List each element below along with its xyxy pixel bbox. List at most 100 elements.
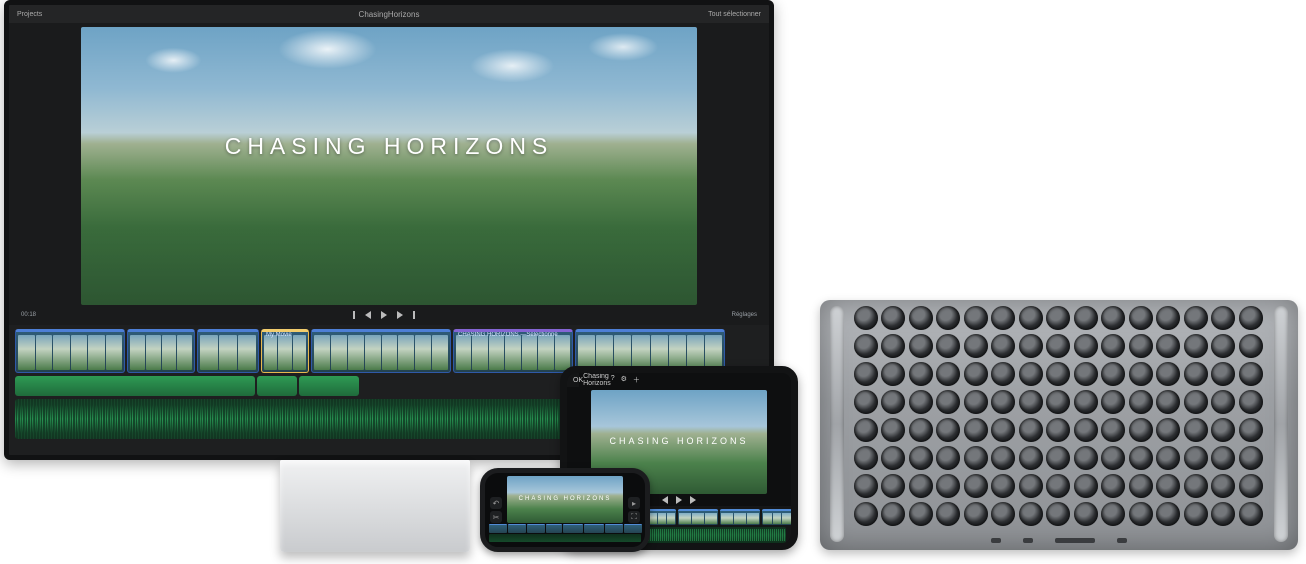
iphone-clip[interactable] <box>624 524 642 533</box>
grille-hole <box>1046 418 1070 442</box>
iphone-clip[interactable] <box>546 524 562 533</box>
grille-hole <box>1129 362 1153 386</box>
clip-label: CHASING HORIZONS —Sélectionné <box>458 332 558 338</box>
grille-hole <box>881 474 905 498</box>
iphone-clip[interactable] <box>584 524 604 533</box>
power-button[interactable] <box>1055 538 1095 543</box>
ipad-clip[interactable] <box>720 509 760 525</box>
grille-hole <box>1156 502 1180 526</box>
video-clip[interactable]: CHASING HORIZONS —Sélectionné <box>453 329 573 373</box>
back-projects-button[interactable]: Projects <box>17 11 42 18</box>
timecode: 00:18 <box>21 312 36 318</box>
grille-hole <box>1074 502 1098 526</box>
iphone-preview[interactable]: CHASING HORIZONS <box>507 476 623 523</box>
grille-hole <box>1074 362 1098 386</box>
grille-hole <box>909 362 933 386</box>
iphone-video-track[interactable] <box>489 524 641 533</box>
grille-hole <box>1239 362 1263 386</box>
grille-hole <box>1019 502 1043 526</box>
grille-hole <box>1184 362 1208 386</box>
settings-label[interactable]: Réglages <box>732 312 757 318</box>
grille-hole <box>1184 334 1208 358</box>
play-icon[interactable] <box>381 311 387 319</box>
audio-clip[interactable] <box>299 376 359 396</box>
grille-hole <box>909 446 933 470</box>
grille-hole <box>1101 334 1125 358</box>
ipad-play-icon[interactable] <box>676 496 682 504</box>
grille-hole <box>1129 418 1153 442</box>
video-clip[interactable] <box>311 329 451 373</box>
ipad-back-button[interactable]: OK <box>573 377 583 384</box>
grille-hole <box>1184 306 1208 330</box>
help-icon[interactable]: ? <box>611 375 615 385</box>
iphone-clip[interactable] <box>489 524 507 533</box>
go-start-icon[interactable] <box>353 311 355 319</box>
grille-hole <box>964 474 988 498</box>
mac-pro <box>820 300 1298 550</box>
clip-label: My Movie <box>266 332 292 338</box>
grille-hole <box>1046 334 1070 358</box>
ipad-clip[interactable] <box>678 509 718 525</box>
grille-hole <box>1101 418 1125 442</box>
grille-hole <box>991 474 1015 498</box>
grille-hole <box>854 502 878 526</box>
grille-hole <box>909 390 933 414</box>
select-all-button[interactable]: Tout sélectionner <box>708 11 761 18</box>
grille-hole <box>1211 446 1235 470</box>
video-clip[interactable]: My Movie <box>261 329 309 373</box>
grille-hole <box>991 334 1015 358</box>
grille-hole <box>1211 306 1235 330</box>
iphone-play-icon[interactable]: ▸ <box>628 497 640 509</box>
ipad-next-icon[interactable] <box>690 496 696 504</box>
grille-hole <box>1019 306 1043 330</box>
add-icon[interactable]: ＋ <box>633 375 640 385</box>
grille-hole <box>1101 362 1125 386</box>
video-clip[interactable] <box>15 329 125 373</box>
iphone-timeline[interactable] <box>489 524 641 544</box>
iphone-clip[interactable] <box>563 524 583 533</box>
grille-hole <box>1046 390 1070 414</box>
fullscreen-icon[interactable]: ⛶ <box>628 511 640 523</box>
grille-hole <box>1129 474 1153 498</box>
grille-hole <box>1129 334 1153 358</box>
iphone-clip[interactable] <box>527 524 545 533</box>
grille-hole <box>1074 474 1098 498</box>
grille-hole <box>1046 362 1070 386</box>
grille-hole <box>1129 306 1153 330</box>
go-end-icon[interactable] <box>413 311 415 319</box>
grille-hole <box>991 390 1015 414</box>
grille-hole <box>1101 306 1125 330</box>
grille-hole <box>1239 390 1263 414</box>
grille-hole <box>1211 502 1235 526</box>
iphone-audio-track[interactable] <box>489 534 641 542</box>
undo-icon[interactable]: ↶ <box>490 497 502 509</box>
grille-hole <box>1239 446 1263 470</box>
preview-viewer[interactable]: CHASING HORIZONS <box>81 27 697 305</box>
audio-clip[interactable] <box>257 376 297 396</box>
grille-hole <box>936 334 960 358</box>
ipad-clip[interactable] <box>648 509 676 525</box>
ipad-clip[interactable] <box>762 509 792 525</box>
audio-clip[interactable] <box>15 376 255 396</box>
next-icon[interactable] <box>397 311 403 319</box>
grille-hole <box>1019 446 1043 470</box>
video-clip[interactable] <box>127 329 195 373</box>
scissors-icon[interactable]: ✂ <box>490 511 502 523</box>
ipad-prev-icon[interactable] <box>662 496 668 504</box>
grille-hole <box>964 446 988 470</box>
grille-hole <box>854 474 878 498</box>
iphone-clip[interactable] <box>605 524 623 533</box>
grille-hole <box>991 306 1015 330</box>
grille-hole <box>1211 418 1235 442</box>
grille-hole <box>1046 502 1070 526</box>
iphone-clip[interactable] <box>508 524 526 533</box>
settings-icon[interactable]: ⚙ <box>621 375 627 385</box>
grille-hole <box>909 306 933 330</box>
grille-hole <box>1074 334 1098 358</box>
grille-hole <box>1074 446 1098 470</box>
grille-hole <box>1046 306 1070 330</box>
prev-icon[interactable] <box>365 311 371 319</box>
grille-hole <box>881 306 905 330</box>
video-clip[interactable] <box>197 329 259 373</box>
grille-hole <box>1156 418 1180 442</box>
